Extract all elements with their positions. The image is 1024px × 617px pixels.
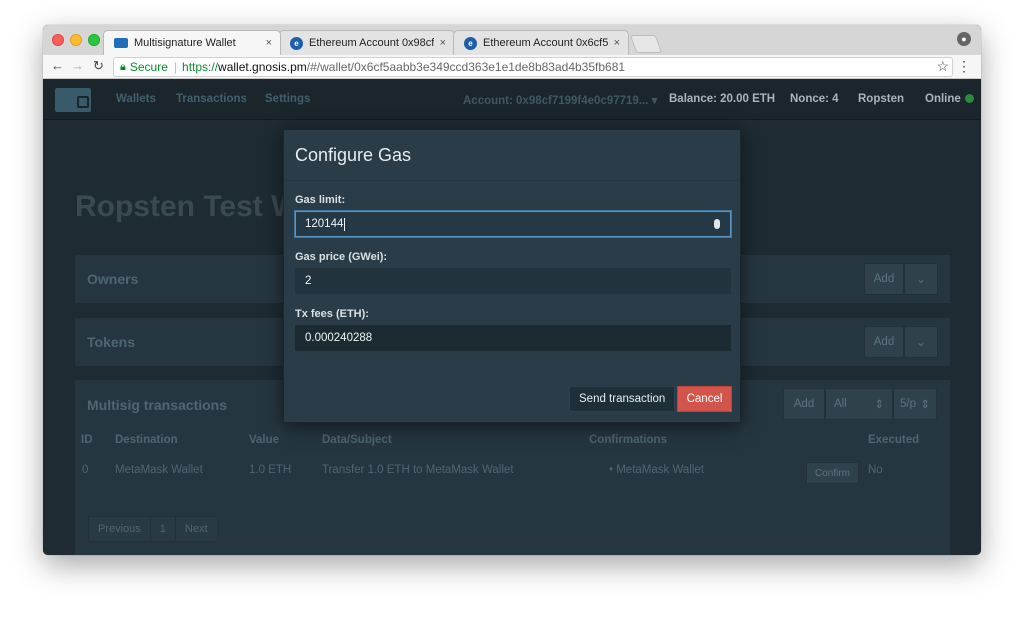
maximize-window-button[interactable]: [88, 34, 100, 46]
reload-icon[interactable]: ↻: [93, 58, 104, 74]
minimize-window-button[interactable]: [70, 34, 82, 46]
gas-limit-input[interactable]: 120144: [295, 211, 731, 237]
gas-price-label: Gas price (GWei):: [295, 251, 388, 263]
tab-multisig-wallet[interactable]: Multisignature Wallet ×: [103, 30, 281, 55]
tx-fees-label: Tx fees (ETH):: [295, 308, 369, 320]
url-separator: |: [173, 60, 178, 74]
tx-fees-value: 0.000240288: [305, 332, 373, 344]
address-bar: ← → ↻ 🔒︎ Secure | https:// wallet.gnosis…: [43, 55, 981, 79]
tab-title: Ethereum Account 0x98cf719: [309, 37, 434, 49]
ethereum-favicon-icon: e: [290, 36, 303, 50]
gas-limit-label: Gas limit:: [295, 194, 346, 206]
close-window-button[interactable]: [52, 34, 64, 46]
tab-bar: Multisignature Wallet × e Ethereum Accou…: [43, 25, 981, 55]
profile-icon[interactable]: ●: [957, 32, 971, 46]
text-caret: [344, 217, 346, 231]
url-field[interactable]: 🔒︎ Secure | https:// wallet.gnosis.pm /#…: [113, 57, 953, 77]
cancel-button[interactable]: Cancel: [677, 386, 732, 412]
tab-title: Ethereum Account 0x6cf5aab: [483, 37, 608, 49]
browser-menu-icon[interactable]: ⋮: [957, 58, 971, 75]
url-scheme: https://: [182, 60, 219, 74]
gas-limit-value: 120144: [305, 218, 344, 230]
tab-ethereum-account-2[interactable]: e Ethereum Account 0x6cf5aab ×: [453, 30, 629, 55]
number-spinner-icon[interactable]: [714, 219, 720, 229]
tab-close-icon[interactable]: ×: [614, 37, 620, 49]
ethereum-favicon-icon: e: [464, 36, 477, 50]
wallet-app: Wallets Transactions Settings Account: 0…: [43, 80, 981, 555]
tab-close-icon[interactable]: ×: [266, 37, 272, 49]
tab-close-icon[interactable]: ×: [440, 37, 446, 49]
configure-gas-dialog: Configure Gas Gas limit: 120144 Gas pric…: [283, 129, 741, 423]
tab-title: Multisignature Wallet: [134, 37, 236, 49]
url-path: /#/wallet/0x6cf5aabb3e349ccd363e1e1de8b8…: [306, 60, 626, 74]
url-host: wallet.gnosis.pm: [218, 60, 307, 74]
gas-price-value: 2: [305, 275, 312, 287]
gas-price-input[interactable]: 2: [295, 268, 731, 294]
tab-ethereum-account-1[interactable]: e Ethereum Account 0x98cf719 ×: [279, 30, 455, 55]
back-arrow-icon[interactable]: ←: [51, 58, 64, 73]
send-transaction-button[interactable]: Send transaction: [569, 386, 676, 412]
dialog-divider: [284, 180, 740, 181]
new-tab-button[interactable]: [629, 35, 663, 53]
secure-label: Secure: [129, 60, 168, 74]
wallet-favicon-icon: [114, 38, 128, 48]
tx-fees-field: 0.000240288: [295, 325, 731, 351]
bookmark-star-icon[interactable]: ☆: [936, 58, 949, 75]
forward-arrow-icon[interactable]: →: [71, 58, 84, 73]
lock-icon: 🔒︎: [120, 60, 126, 73]
browser-window: Multisignature Wallet × e Ethereum Accou…: [43, 25, 981, 555]
dialog-title: Configure Gas: [295, 145, 412, 165]
